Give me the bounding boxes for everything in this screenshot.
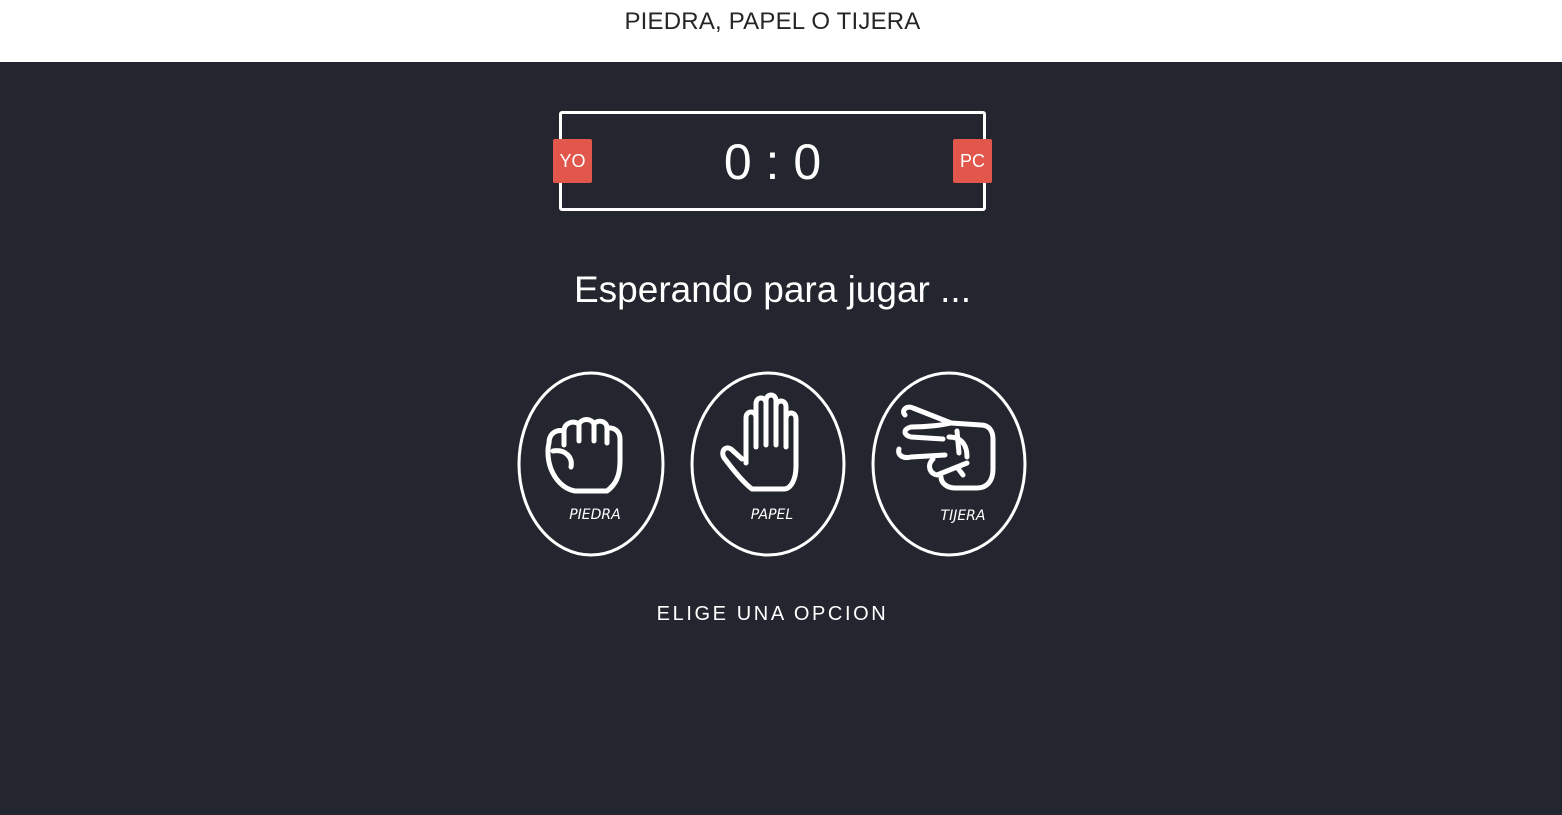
choice-rock-label: PIEDRA [569,507,621,523]
user-badge: YO [553,139,592,183]
choose-option-prompt: ELIGE UNA OPCION [656,603,889,625]
choice-rock-button[interactable]: PIEDRA [517,371,665,557]
computer-score: 0 [793,134,822,190]
game-area: 0 : 0 YO PC Esperando para jugar ... PIE… [0,62,1562,815]
choice-scissors-label: TIJERA [941,508,986,524]
choice-scissors-button[interactable]: TIJERA [871,371,1027,557]
scoreboard: 0 : 0 [559,111,986,211]
app-header: PIEDRA, PAPEL O TIJERA [0,0,1562,62]
computer-badge: PC [953,139,992,183]
status-message: Esperando para jugar ... [574,269,971,310]
paper-hand-icon [720,392,799,492]
choice-paper-button[interactable]: PAPEL [690,371,846,557]
score-display: 0 : 0 [562,132,983,192]
choice-paper-label: PAPEL [751,507,793,523]
rock-hand-icon [545,417,623,494]
score-separator: : [765,134,780,190]
game-title: PIEDRA, PAPEL O TIJERA [624,8,921,35]
user-score: 0 [723,134,752,190]
scissors-hand-icon [896,404,996,491]
